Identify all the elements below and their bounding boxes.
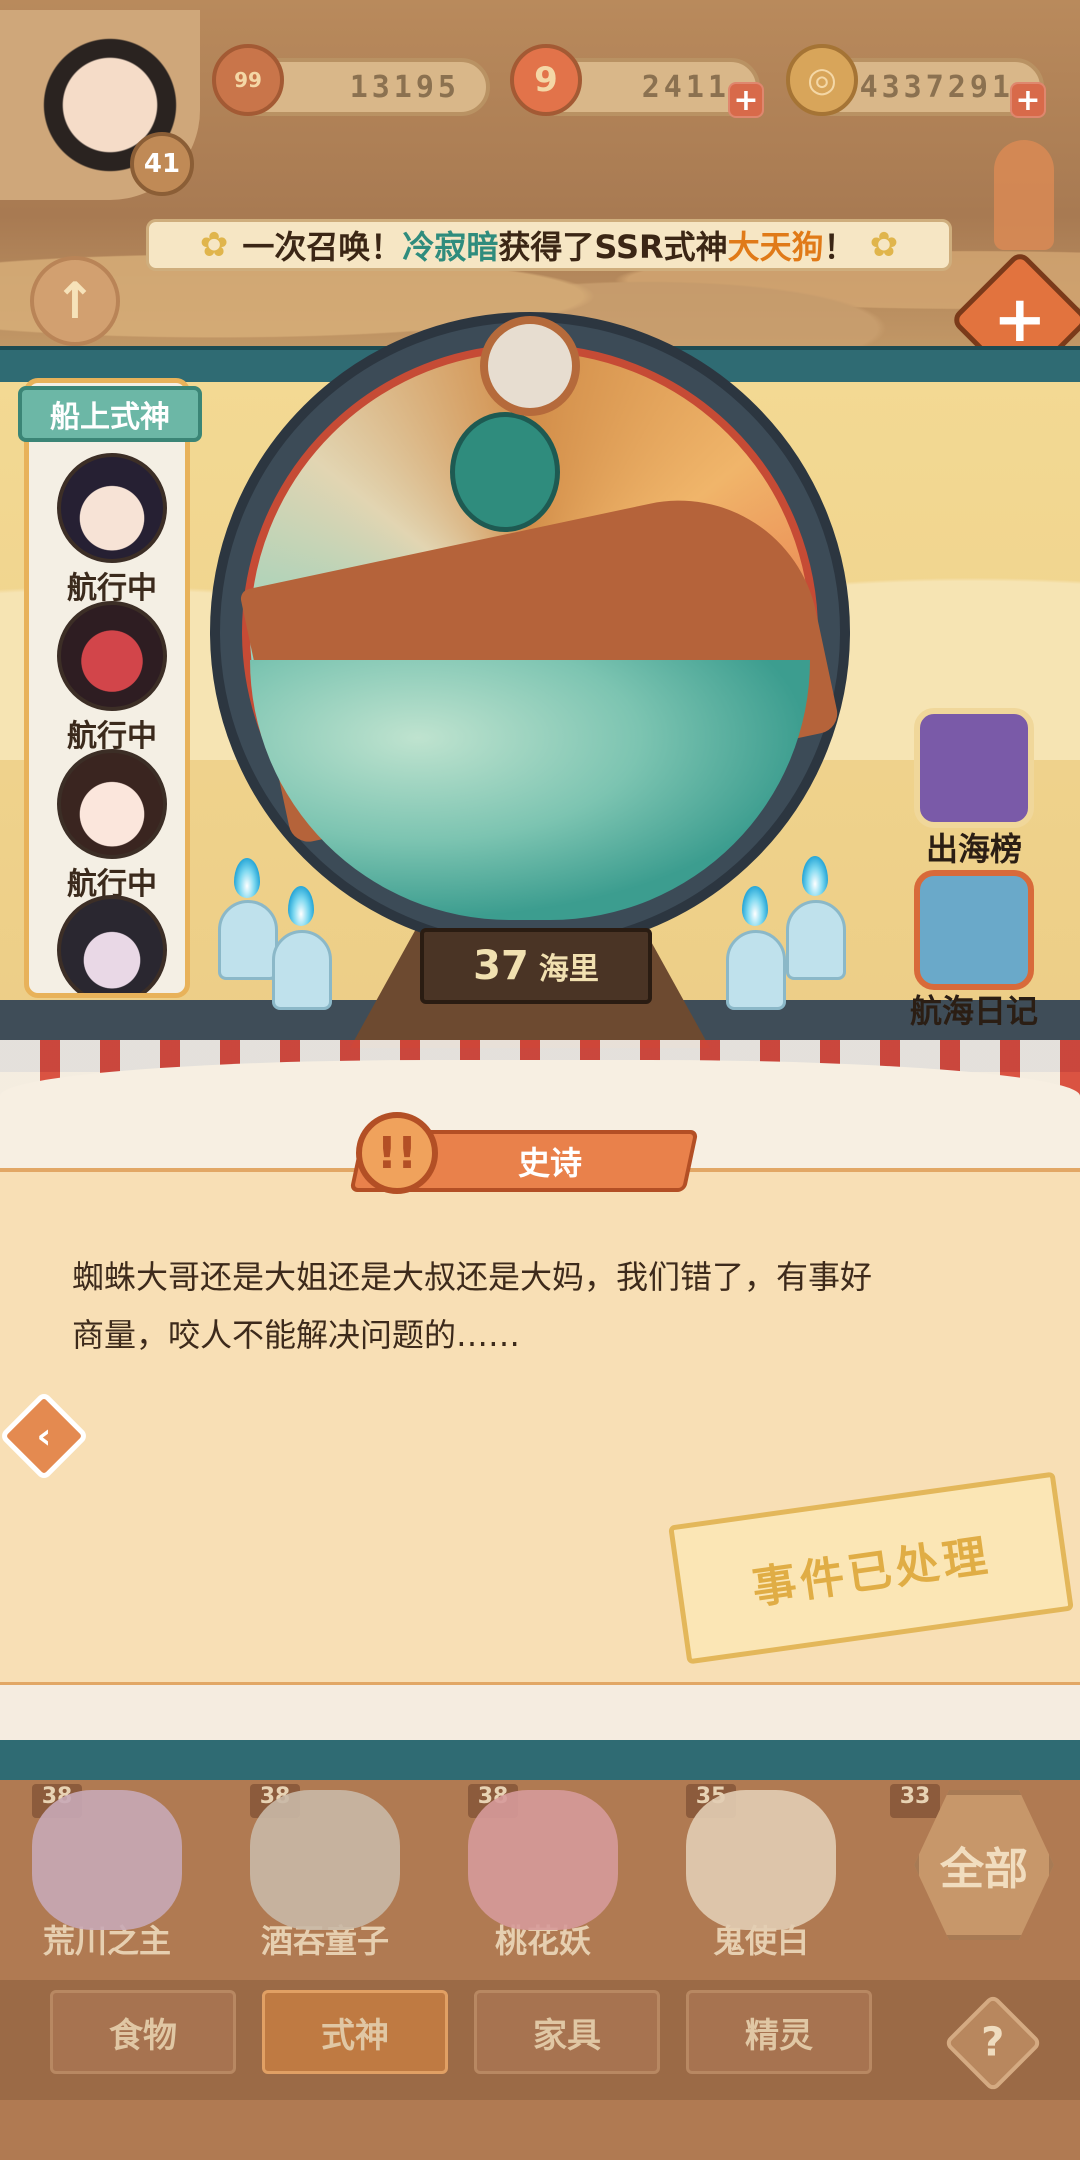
story-line: 商量，咬人不能解决问题的…… (72, 1316, 521, 1354)
crew-member[interactable]: 航行中 (47, 453, 177, 607)
crew-avatar (57, 601, 167, 711)
ghost-candle-icon (786, 900, 846, 980)
shikigami-portrait (32, 1790, 182, 1930)
announce-player: 冷寂暗 (402, 228, 499, 266)
cloud-medal-icon (480, 316, 580, 416)
crew-avatar (57, 453, 167, 563)
flower-icon: ✿ (199, 225, 229, 265)
crew-sidebar[interactable]: 航行中 航行中 航行中 (24, 378, 190, 998)
paper-edge-bottom (0, 1682, 1080, 1742)
ranking-scroll-icon (914, 708, 1034, 828)
journal-button[interactable]: 航海日记 (904, 870, 1044, 1032)
ranking-label: 出海榜 (925, 830, 1022, 868)
orb-badge: 99 (234, 68, 262, 92)
shikigami-portrait (250, 1790, 400, 1930)
question-icon: ? (981, 2019, 1005, 2066)
teal-band-bottom (0, 1740, 1080, 1780)
blue-flame-icon (234, 858, 260, 898)
exclamation-icon: !! (356, 1112, 438, 1194)
ghost-candle-icon (726, 930, 786, 1010)
blue-flame-icon (742, 886, 768, 926)
distance-unit: 海里 (538, 952, 599, 987)
announce-middle: 获得了SSR式神 (498, 228, 728, 266)
upgrade-arrow-button[interactable]: ↑ (30, 256, 120, 346)
add-coin-button[interactable]: + (1010, 82, 1046, 118)
distance-plate: 37 海里 (420, 928, 652, 1004)
story-line: 蜘蛛大哥还是大姐还是大叔还是大妈，我们错了，有事好 (72, 1258, 873, 1296)
magatama-icon: 9 (510, 44, 582, 116)
event-story: 蜘蛛大哥还是大姐还是大叔还是大妈，我们错了，有事好 商量，咬人不能解决问题的…… (72, 1248, 1022, 1364)
shikigami-portrait (686, 1790, 836, 1930)
shikigami-portrait (468, 1790, 618, 1930)
orb-value: 13195 (349, 69, 460, 105)
rarity-label: 史诗 (517, 1144, 582, 1182)
announce-prefix: 一次召唤！ (242, 228, 403, 266)
tab-shikigami[interactable]: 式神 (262, 1990, 448, 2074)
crew-member[interactable]: 航行中 (47, 749, 177, 903)
sidebar-title: 船上式神 (18, 386, 202, 442)
crew-member[interactable]: 航行中 (47, 601, 177, 755)
blue-flame-icon (288, 886, 314, 926)
crew-avatar (57, 749, 167, 859)
player-level-badge: 41 (130, 132, 194, 196)
ghost-candle-icon (218, 900, 278, 980)
tab-furniture[interactable]: 家具 (474, 1990, 660, 2074)
shikigami-card[interactable]: 38 酒吞童子 (240, 1784, 410, 1962)
shikigami-card[interactable]: 38 桃花妖 (458, 1784, 628, 1962)
journal-label: 航海日记 (909, 992, 1038, 1030)
coin-icon: ◎ (786, 44, 858, 116)
blue-flame-icon (802, 856, 828, 896)
shikigami-level: 33 (890, 1784, 940, 1818)
announce-suffix: ！ (823, 228, 856, 266)
crew-member[interactable] (47, 895, 177, 993)
tab-food[interactable]: 食物 (50, 1990, 236, 2074)
flower-icon: ✿ (869, 225, 899, 265)
shikigami-card[interactable]: 35 鬼使白 (676, 1784, 846, 1962)
distance-value: 37 (473, 943, 529, 989)
crew-avatar (57, 895, 167, 993)
chevron-left-icon: ‹ (36, 1415, 52, 1457)
orb-icon: 99 (212, 44, 284, 116)
tab-spirit[interactable]: 精灵 (686, 1990, 872, 2074)
shikigami-card[interactable]: 38 荒川之主 (22, 1784, 192, 1962)
coin-value: 4337291 (859, 69, 1014, 105)
journal-book-icon (914, 870, 1034, 990)
ranking-button[interactable]: 出海榜 (904, 708, 1044, 870)
announce-shikigami: 大天狗 (727, 228, 824, 266)
fish-decoration-icon (994, 140, 1054, 250)
magatama-value: 2411 (641, 69, 730, 105)
add-magatama-button[interactable]: + (728, 82, 764, 118)
announcement-banner: ✿ 一次召唤！ 冷寂暗 获得了SSR式神 大天狗！ ✿ (146, 219, 952, 271)
daruma-icon (450, 412, 560, 532)
ghost-candle-icon (272, 930, 332, 1010)
